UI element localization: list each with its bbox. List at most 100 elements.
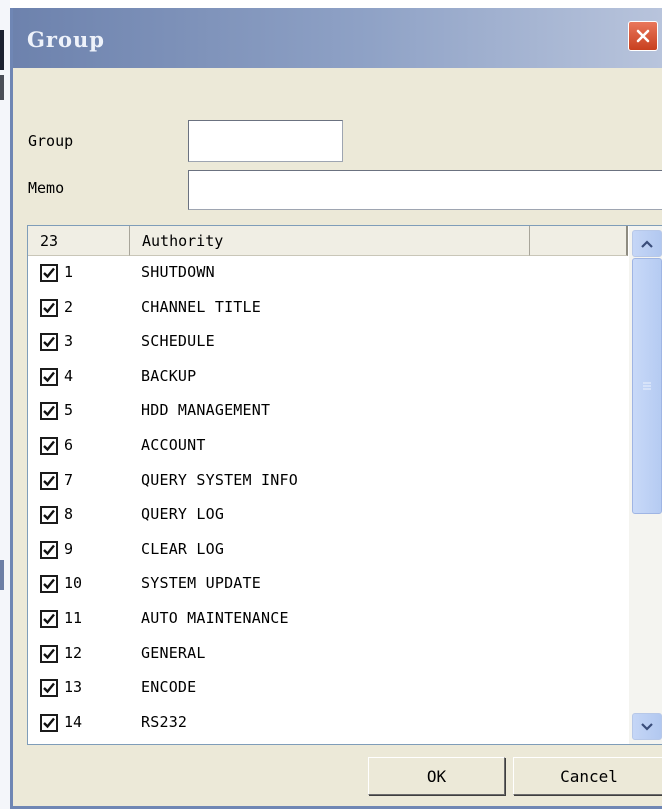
column-header-authority[interactable]: Authority	[130, 226, 530, 256]
column-header-extra[interactable]	[530, 226, 628, 256]
memo-input[interactable]	[188, 170, 662, 210]
permission-checkbox[interactable]	[40, 298, 58, 317]
close-icon	[636, 29, 650, 43]
scroll-down-button[interactable]	[632, 713, 662, 740]
row-number: 1	[64, 263, 74, 281]
title-bar[interactable]: Group	[13, 8, 662, 68]
permission-checkbox[interactable]	[40, 575, 58, 594]
table-row[interactable]: 9 CLEAR LOG	[28, 534, 628, 569]
table-row[interactable]: 6 ACCOUNT	[28, 430, 628, 465]
background-mark	[0, 75, 4, 100]
row-number: 7	[64, 470, 74, 489]
vertical-scrollbar[interactable]	[629, 226, 662, 744]
authority-list: 23 Authority 1 SHUTDOWN 2 CHANNEL TITLE 3 SCH…	[27, 225, 662, 745]
checkmark-icon	[43, 267, 55, 279]
authority-name: GENERAL	[141, 643, 206, 662]
checkmark-icon	[43, 544, 55, 556]
column-header-count[interactable]: 23	[28, 226, 130, 256]
group-label: Group	[28, 132, 74, 150]
permission-checkbox[interactable]	[40, 471, 58, 490]
row-number: 12	[64, 643, 83, 662]
authority-name: ACCOUNT	[141, 435, 206, 454]
chevron-down-icon	[641, 722, 653, 731]
checkmark-icon	[43, 613, 55, 625]
checkmark-icon	[43, 717, 55, 729]
checkmark-icon	[43, 682, 55, 694]
background-mark	[0, 30, 4, 70]
close-button[interactable]	[628, 21, 658, 51]
table-row[interactable]: 1 SHUTDOWN	[28, 257, 628, 292]
row-number: 10	[64, 574, 83, 593]
authority-name: SHUTDOWN	[141, 263, 215, 281]
table-row[interactable]: 11 AUTO MAINTENANCE	[28, 603, 628, 638]
table-row[interactable]: 12 GENERAL	[28, 638, 628, 673]
row-number: 6	[64, 435, 74, 454]
authority-name: CHANNEL TITLE	[141, 297, 261, 316]
background-mark	[0, 560, 4, 590]
row-number: 8	[64, 505, 74, 524]
dialog-title: Group	[27, 27, 105, 52]
permission-checkbox[interactable]	[40, 506, 58, 525]
column-header-count-label: 23	[40, 232, 59, 250]
row-number: 5	[64, 401, 74, 420]
table-row[interactable]: 10 SYSTEM UPDATE	[28, 568, 628, 603]
grip-icon	[643, 382, 651, 390]
checkmark-icon	[43, 302, 55, 313]
checkmark-icon	[43, 475, 55, 486]
table-row[interactable]: 7 QUERY SYSTEM INFO	[28, 465, 628, 500]
authority-name: CLEAR LOG	[141, 539, 225, 558]
permission-checkbox[interactable]	[40, 436, 58, 455]
authority-name: QUERY LOG	[141, 505, 225, 524]
authority-name: RS232	[141, 712, 188, 731]
table-row[interactable]: 13 ENCODE	[28, 672, 628, 707]
cancel-button[interactable]: Cancel	[513, 757, 662, 795]
permission-checkbox[interactable]	[40, 540, 58, 559]
authority-name: SCHEDULE	[141, 332, 215, 351]
row-number: 4	[64, 366, 74, 385]
row-number: 9	[64, 539, 74, 558]
checkmark-icon	[43, 371, 55, 383]
list-header: 23 Authority	[28, 226, 628, 256]
group-name-input[interactable]	[188, 120, 343, 162]
scroll-thumb[interactable]	[632, 258, 662, 514]
checkmark-icon	[43, 579, 55, 590]
permission-checkbox[interactable]	[40, 644, 58, 663]
permission-checkbox[interactable]	[40, 333, 58, 352]
background-window-edge	[0, 0, 10, 809]
checkmark-icon	[43, 336, 55, 348]
table-row[interactable]: 14 RS232	[28, 707, 628, 742]
row-number: 13	[64, 678, 83, 697]
authority-name: BACKUP	[141, 366, 197, 385]
authority-name: QUERY SYSTEM INFO	[141, 470, 298, 489]
permission-checkbox[interactable]	[40, 264, 58, 282]
authority-name: SYSTEM UPDATE	[141, 574, 261, 593]
row-number: 11	[64, 608, 83, 627]
checkmark-icon	[43, 406, 55, 417]
table-row[interactable]: 5 HDD MANAGEMENT	[28, 395, 628, 430]
table-row[interactable]: 8 QUERY LOG	[28, 499, 628, 534]
table-row[interactable]: 4 BACKUP	[28, 361, 628, 396]
table-row[interactable]: 3 SCHEDULE	[28, 326, 628, 361]
ok-button[interactable]: OK	[368, 757, 505, 795]
permission-checkbox[interactable]	[40, 609, 58, 628]
group-dialog: Group Group Memo 23 Authority 1 SHUTDOWN 2…	[10, 8, 662, 809]
authority-name: AUTO MAINTENANCE	[141, 608, 289, 627]
memo-label: Memo	[28, 179, 65, 197]
permission-checkbox[interactable]	[40, 402, 58, 421]
authority-name: HDD MANAGEMENT	[141, 401, 271, 420]
authority-name: ENCODE	[141, 678, 197, 697]
permission-checkbox[interactable]	[40, 679, 58, 698]
checkmark-icon	[43, 440, 55, 452]
column-header-authority-label: Authority	[142, 232, 224, 250]
table-row[interactable]: 2 CHANNEL TITLE	[28, 292, 628, 327]
permission-checkbox[interactable]	[40, 367, 58, 386]
permission-checkbox[interactable]	[40, 713, 58, 732]
row-number: 2	[64, 297, 74, 316]
list-rows: 1 SHUTDOWN 2 CHANNEL TITLE 3 SCHEDULE 4 BACKUP 5…	[28, 257, 628, 741]
row-number: 3	[64, 332, 74, 351]
checkmark-icon	[43, 648, 55, 659]
checkmark-icon	[43, 509, 55, 521]
row-number: 14	[64, 712, 83, 731]
scroll-up-button[interactable]	[632, 230, 662, 257]
chevron-up-icon	[641, 239, 653, 248]
